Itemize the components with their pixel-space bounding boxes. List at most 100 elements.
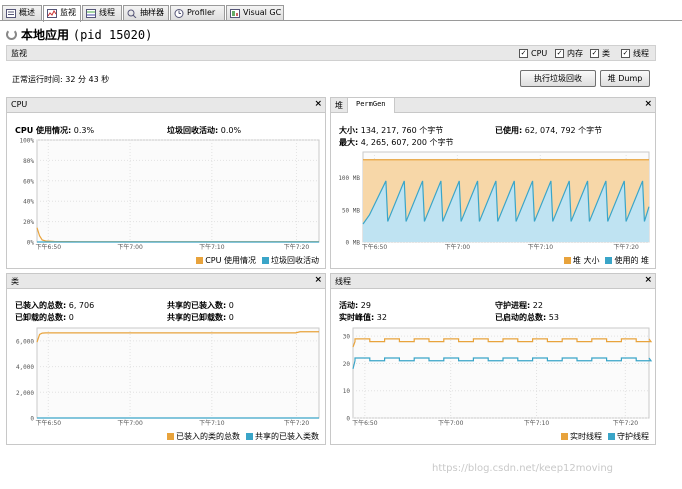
x-tick-label: 下午6:50 [352, 419, 378, 427]
tab-divider [0, 20, 682, 21]
threads-chart: 0 10 20 30 下午6:50 下午7:00 下午7:10 下午7:20 [343, 327, 653, 427]
close-icon[interactable]: × [314, 275, 322, 285]
heap-used-label: 已使用: [495, 126, 523, 135]
page-title: 本地应用 (pid 15020) [6, 26, 152, 44]
tab-label: 抽样器 [140, 8, 164, 17]
tab-permgen[interactable]: PermGen [347, 98, 395, 113]
legend-swatch [605, 257, 613, 264]
y-tick-label: 4,000 [16, 364, 34, 371]
cpu-usage-info: CPU 使用情况: 0.3% [15, 125, 94, 136]
close-icon[interactable]: × [644, 275, 652, 285]
x-tick-label: 下午7:20 [284, 243, 310, 251]
x-tick-label: 下午7:00 [117, 419, 143, 427]
tab-overview[interactable]: 概述 [2, 5, 42, 21]
check-icon: ✓ [555, 49, 564, 58]
y-tick-label: 80% [23, 158, 34, 165]
started-threads-info: 已启动的总数: 53 [495, 312, 559, 323]
overview-icon [6, 9, 16, 18]
cpu-usage-label: CPU 使用情况: [15, 126, 72, 135]
checkbox-threads[interactable]: ✓ 线程 [621, 49, 649, 59]
heap-chart: 0 MB 50 MB 100 MB 下午6:50 下午7:00 下午7:10 下午7:20 [338, 151, 650, 251]
uptime-text: 正常运行时间: 32 分 43 秒 [12, 75, 110, 84]
y-tick-label: 0 MB [346, 240, 361, 247]
y-tick-label: 2,000 [16, 390, 34, 397]
classes-panel: 类 × 已装入的总数: 6, 706 共享的已装入数: 0 已卸载的总数: 0 … [6, 273, 326, 445]
x-tick-label: 下午6:50 [36, 243, 62, 251]
check-icon: ✓ [519, 49, 528, 58]
y-tick-label: 60% [23, 178, 34, 185]
perform-gc-button[interactable]: 执行垃圾回收 [520, 70, 596, 87]
tab-bar: 概述 监视 线程 抽样器 Profiler Visual GC [0, 5, 682, 22]
y-tick-label: 50 MB [342, 207, 360, 214]
checkbox-label: 内存 [567, 49, 583, 58]
cpu-panel: CPU × CPU 使用情况: 0.3% 垃圾回收活动: 0.0% 0% 20% 4… [6, 97, 326, 269]
panel-title: CPU [11, 100, 28, 109]
close-icon[interactable]: × [644, 99, 652, 109]
x-tick-label: 下午7:10 [524, 419, 550, 427]
app-pid: (pid 15020) [72, 28, 153, 42]
shared-loaded-label: 共享的已装入数: [167, 301, 227, 310]
tab-visual-gc[interactable]: Visual GC [226, 5, 284, 21]
heap-max-label: 最大: [339, 138, 359, 147]
panel-title: 类 [11, 277, 19, 286]
loaded-total-label: 已装入的总数: [15, 301, 67, 310]
x-tick-label: 下午7:10 [199, 419, 225, 427]
watermark: https://blog.csdn.net/keep12moving [432, 463, 614, 474]
shared-loaded-value: 0 [228, 301, 234, 310]
cpu-usage-value: 0.3% [73, 126, 95, 135]
sampler-icon [127, 9, 137, 18]
heap-dump-button[interactable]: 堆 Dump [600, 70, 650, 87]
check-icon: ✓ [621, 49, 630, 58]
chart-legend: 已装入的类的总数 共享的已装入类数 [161, 431, 319, 442]
started-threads-label: 已启动的总数: [495, 313, 547, 322]
x-tick-label: 下午7:20 [613, 243, 639, 251]
heap-used-value: 62, 074, 792 个字节 [524, 126, 603, 135]
tab-profiler[interactable]: Profiler [170, 5, 225, 21]
legend-label: 实时线程 [570, 432, 602, 441]
refresh-icon [6, 29, 17, 40]
loaded-total-info: 已装入的总数: 6, 706 [15, 300, 94, 311]
x-tick-label: 下午7:20 [284, 419, 310, 427]
live-threads-info: 活动: 29 [339, 300, 371, 311]
legend-swatch [563, 257, 571, 264]
monitor-label: 监视 [11, 49, 27, 58]
heap-size-info: 大小: 134, 217, 760 个字节 [339, 125, 443, 136]
panel-title: 线程 [335, 277, 351, 286]
legend-swatch [246, 433, 253, 440]
live-threads-label: 活动: [339, 301, 359, 310]
x-tick-label: 下午7:00 [117, 243, 143, 251]
panel-header: 线程 × [331, 274, 655, 289]
legend-label: 使用的 堆 [614, 256, 649, 265]
unloaded-total-info: 已卸载的总数: 0 [15, 312, 74, 323]
checkbox-classes[interactable]: ✓ 类 [590, 49, 610, 59]
y-tick-label: 10 [343, 388, 351, 395]
visualgc-icon [230, 9, 240, 18]
panel-title[interactable]: 堆 [335, 100, 343, 111]
x-tick-label: 下午7:20 [613, 419, 639, 427]
tab-label: Profiler [187, 8, 216, 17]
tab-sampler[interactable]: 抽样器 [123, 5, 169, 21]
checkbox-label: 类 [602, 49, 610, 58]
checkbox-cpu[interactable]: ✓ CPU [519, 49, 547, 59]
checkbox-memory[interactable]: ✓ 内存 [555, 49, 583, 59]
live-threads-value: 29 [360, 301, 371, 310]
shared-loaded-info: 共享的已装入数: 0 [167, 300, 234, 311]
monitor-header: 监视 ✓ CPU ✓ 内存 ✓ 类 ✓ 线程 [6, 45, 656, 61]
heap-max-value: 4, 265, 607, 200 个字节 [360, 138, 454, 147]
legend-swatch [608, 433, 615, 440]
close-icon[interactable]: × [314, 99, 322, 109]
app-name: 本地应用 [21, 28, 70, 42]
plot-area [36, 327, 320, 419]
check-icon: ✓ [590, 49, 599, 58]
x-tick-label: 下午7:10 [199, 243, 225, 251]
heap-size-value: 134, 217, 760 个字节 [360, 126, 444, 135]
shared-unloaded-label: 共享的已卸载数: [167, 313, 227, 322]
y-tick-label: 100% [20, 138, 35, 145]
panel-header: 类 × [7, 274, 325, 289]
heap-panel: 堆 PermGen × 大小: 134, 217, 760 个字节 已使用: 6… [330, 97, 656, 269]
tab-threads[interactable]: 线程 [82, 5, 122, 21]
panel-header: CPU × [7, 98, 325, 113]
legend-swatch [167, 433, 174, 440]
plot-area [36, 139, 320, 243]
panel-header: 堆 PermGen × [331, 98, 655, 113]
